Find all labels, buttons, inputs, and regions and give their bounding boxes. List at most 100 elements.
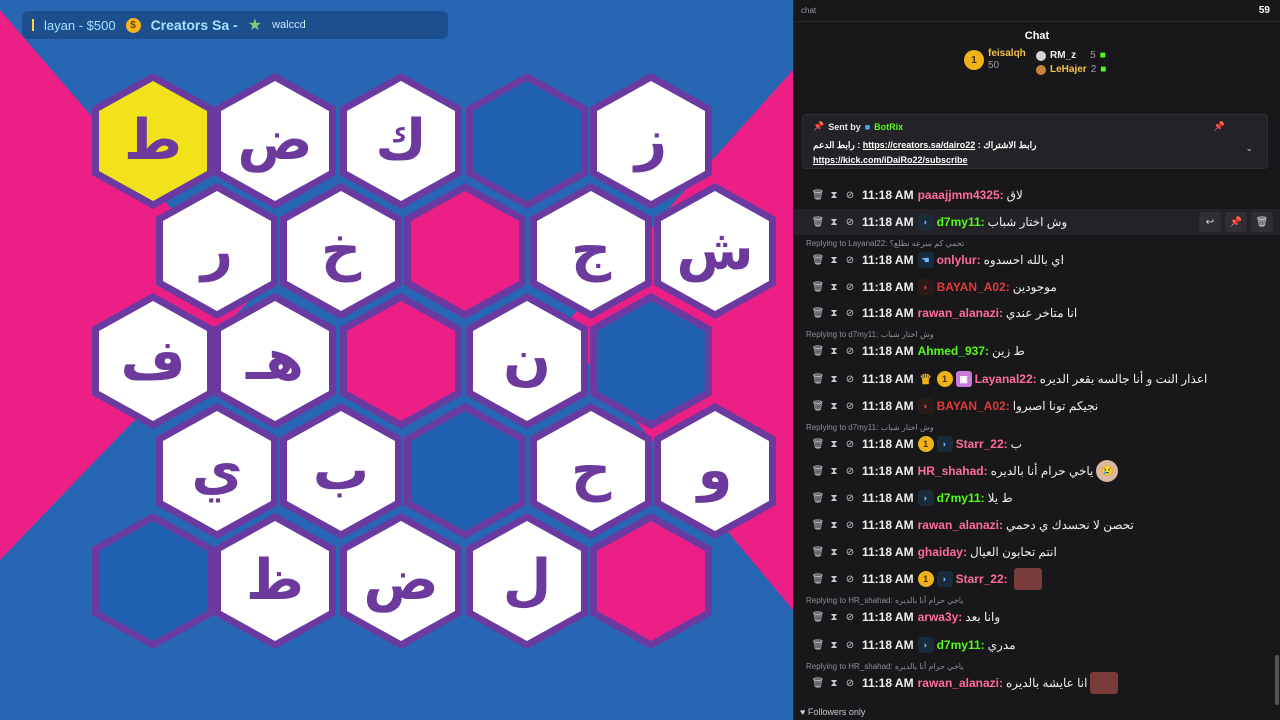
chat-message[interactable]: 🗑 ⧗ ⊘ 11:18 AM HR_shahad: ياخي حرام أنا بالدي… <box>794 458 1280 484</box>
message-username[interactable]: BAYAN_A02 <box>937 399 1006 413</box>
delete-icon[interactable]: 🗑 <box>810 374 826 385</box>
timeout-icon[interactable]: ⧗ <box>826 190 842 201</box>
ban-icon[interactable]: ⊘ <box>842 217 858 228</box>
chat-message[interactable]: 🗑 ⧗ ⊘ 11:18 AM paaajjmm4325: لاق <box>794 182 1280 208</box>
timeout-icon[interactable]: ⧗ <box>826 346 842 357</box>
ban-icon[interactable]: ⊘ <box>842 401 858 412</box>
delete-icon[interactable]: 🗑 <box>810 346 826 357</box>
delete-icon[interactable]: 🗑 <box>810 640 826 651</box>
chat-message[interactable]: 🗑 ⧗ ⊘ 11:18 AM arwa3y: وانا بعد <box>794 604 1280 630</box>
ban-icon[interactable]: ⊘ <box>842 574 858 585</box>
reply-icon[interactable]: ↩ <box>1199 212 1221 232</box>
ban-icon[interactable]: ⊘ <box>842 520 858 531</box>
message-username[interactable]: d7my11 <box>937 215 981 229</box>
leader-first[interactable]: 1 feisalqh 50 <box>964 48 1026 72</box>
delete-icon[interactable]: 🗑 <box>810 678 826 689</box>
delete-icon[interactable]: 🗑 <box>810 217 826 228</box>
hex-tile[interactable]: ض <box>340 513 462 649</box>
timeout-icon[interactable]: ⧗ <box>826 547 842 558</box>
chat-message[interactable]: 🗑 ⧗ ⊘ 11:18 AM Ahmed_937: ط زين <box>794 338 1280 364</box>
timeout-icon[interactable]: ⧗ <box>826 439 842 450</box>
delete-icon[interactable]: 🗑 <box>810 520 826 531</box>
chevron-down-icon[interactable]: ⌄ <box>1245 143 1253 154</box>
timeout-icon[interactable]: ⧗ <box>826 255 842 266</box>
timeout-icon[interactable]: ⧗ <box>826 640 842 651</box>
message-username[interactable]: arwa3y <box>918 610 959 624</box>
chat-message[interactable]: 🗑 ⧗ ⊘ 11:18 AM 1 ◗ Starr_22: ب <box>794 431 1280 457</box>
ban-icon[interactable]: ⊘ <box>842 255 858 266</box>
delete-icon[interactable]: 🗑 <box>810 493 826 504</box>
delete-icon[interactable]: 🗑 <box>810 308 826 319</box>
pinned-link[interactable]: https://kick.com/iDaiRo22/subscribe <box>813 155 968 165</box>
message-username[interactable]: Layanal22 <box>975 372 1033 386</box>
timeout-icon[interactable]: ⧗ <box>826 282 842 293</box>
timeout-icon[interactable]: ⧗ <box>826 612 842 623</box>
ban-icon[interactable]: ⊘ <box>842 346 858 357</box>
chat-message[interactable]: 🗑 ⧗ ⊘ 11:18 AM ghaiday: انتم تحابون العيال <box>794 539 1280 565</box>
message-username[interactable]: Ahmed_937 <box>918 344 985 358</box>
message-username[interactable]: paaajjmm4325 <box>918 188 1000 202</box>
ban-icon[interactable]: ⊘ <box>842 374 858 385</box>
delete-icon[interactable]: 🗑 <box>810 612 826 623</box>
hex-tile[interactable] <box>590 513 712 649</box>
delete-icon[interactable]: 🗑 <box>810 439 826 450</box>
chat-message[interactable]: 🗑 ⧗ ⊘ 11:18 AM ◗ d7my11: مدري <box>794 632 1280 658</box>
delete-icon[interactable]: 🗑 <box>810 547 826 558</box>
message-username[interactable]: rawan_alanazi <box>918 518 999 532</box>
chat-message[interactable]: 🗑 ⧗ ⊘ 11:18 AM ◗ BAYAN_A02: نجيكم تونا اصبروا <box>794 393 1280 419</box>
chat-message[interactable]: 🗑 ⧗ ⊘ 11:18 AM rawan_alanazi: انا متاخر عندي <box>794 300 1280 326</box>
ban-icon[interactable]: ⊘ <box>842 439 858 450</box>
timeout-icon[interactable]: ⧗ <box>826 574 842 585</box>
message-username[interactable]: Starr_22 <box>956 572 1004 586</box>
timeout-icon[interactable]: ⧗ <box>826 493 842 504</box>
chat-scrollbar[interactable] <box>1275 655 1279 705</box>
ban-icon[interactable]: ⊘ <box>842 493 858 504</box>
timeout-icon[interactable]: ⧗ <box>826 374 842 385</box>
ban-icon[interactable]: ⊘ <box>842 678 858 689</box>
hex-tile[interactable] <box>92 513 214 649</box>
delete-icon[interactable]: 🗑 <box>810 466 826 477</box>
timeout-icon[interactable]: ⧗ <box>826 466 842 477</box>
message-username[interactable]: rawan_alanazi <box>918 306 999 320</box>
delete-icon[interactable]: 🗑 <box>810 401 826 412</box>
ban-icon[interactable]: ⊘ <box>842 640 858 651</box>
timeout-icon[interactable]: ⧗ <box>826 520 842 531</box>
message-username[interactable]: Starr_22 <box>956 437 1004 451</box>
timeout-icon[interactable]: ⧗ <box>826 401 842 412</box>
chat-message[interactable]: 🗑 ⧗ ⊘ 11:18 AM ♛ 1 ▣ Layanal22: اعذار النت و أنا… <box>794 366 1280 392</box>
pin-icon[interactable]: 📌 <box>1225 212 1247 232</box>
delete-icon[interactable]: 🗑 <box>1251 212 1273 232</box>
chat-message[interactable]: 🗑 ⧗ ⊘ 11:18 AM ◗ d7my11: وش اختار شباب ↩ 📌 🗑 <box>794 209 1280 235</box>
chat-message[interactable]: 🗑 ⧗ ⊘ 11:18 AM ☚ onlylur: اي بالله احسدوه <box>794 247 1280 273</box>
chat-message[interactable]: 🗑 ⧗ ⊘ 11:18 AM ◗ d7my11: ط يلا <box>794 485 1280 511</box>
message-username[interactable]: ghaiday <box>918 545 963 559</box>
leader-third[interactable]: LeHajer 2 ■ <box>1036 64 1106 75</box>
ban-icon[interactable]: ⊘ <box>842 190 858 201</box>
timeout-icon[interactable]: ⧗ <box>826 308 842 319</box>
timeout-icon[interactable]: ⧗ <box>826 217 842 228</box>
delete-icon[interactable]: 🗑 <box>810 255 826 266</box>
ban-icon[interactable]: ⊘ <box>842 466 858 477</box>
hex-tile[interactable]: ل <box>466 513 588 649</box>
delete-icon[interactable]: 🗑 <box>810 574 826 585</box>
pinned-message[interactable]: 📌 Sent by ■ BotRix 📌 ⌄ رابط الدعم : http… <box>802 114 1268 169</box>
hex-tile[interactable]: ظ <box>214 513 336 649</box>
ban-icon[interactable]: ⊘ <box>842 282 858 293</box>
leader-second[interactable]: RM_z 5 ■ <box>1036 50 1106 61</box>
message-username[interactable]: HR_shahad <box>918 464 984 478</box>
message-username[interactable]: BAYAN_A02 <box>937 280 1006 294</box>
chat-message[interactable]: 🗑 ⧗ ⊘ 11:18 AM rawan_alanazi: انا عايشه بالدي… <box>794 670 1280 696</box>
delete-icon[interactable]: 🗑 <box>810 282 826 293</box>
chat-message[interactable]: 🗑 ⧗ ⊘ 11:18 AM rawan_alanazi: تحصن لا نحسدك ي… <box>794 512 1280 538</box>
chat-message[interactable]: 🗑 ⧗ ⊘ 11:18 AM ◗ BAYAN_A02: موجودين <box>794 274 1280 300</box>
message-username[interactable]: d7my11 <box>937 638 981 652</box>
message-username[interactable]: onlylur <box>937 253 977 267</box>
message-username[interactable]: rawan_alanazi <box>918 676 999 690</box>
ban-icon[interactable]: ⊘ <box>842 308 858 319</box>
ban-icon[interactable]: ⊘ <box>842 547 858 558</box>
chat-message[interactable]: 🗑 ⧗ ⊘ 11:18 AM 1 ◗ Starr_22: <box>794 566 1280 592</box>
unpin-icon[interactable]: 📌 <box>1214 121 1225 132</box>
delete-icon[interactable]: 🗑 <box>810 190 826 201</box>
message-username[interactable]: d7my11 <box>937 491 981 505</box>
ban-icon[interactable]: ⊘ <box>842 612 858 623</box>
